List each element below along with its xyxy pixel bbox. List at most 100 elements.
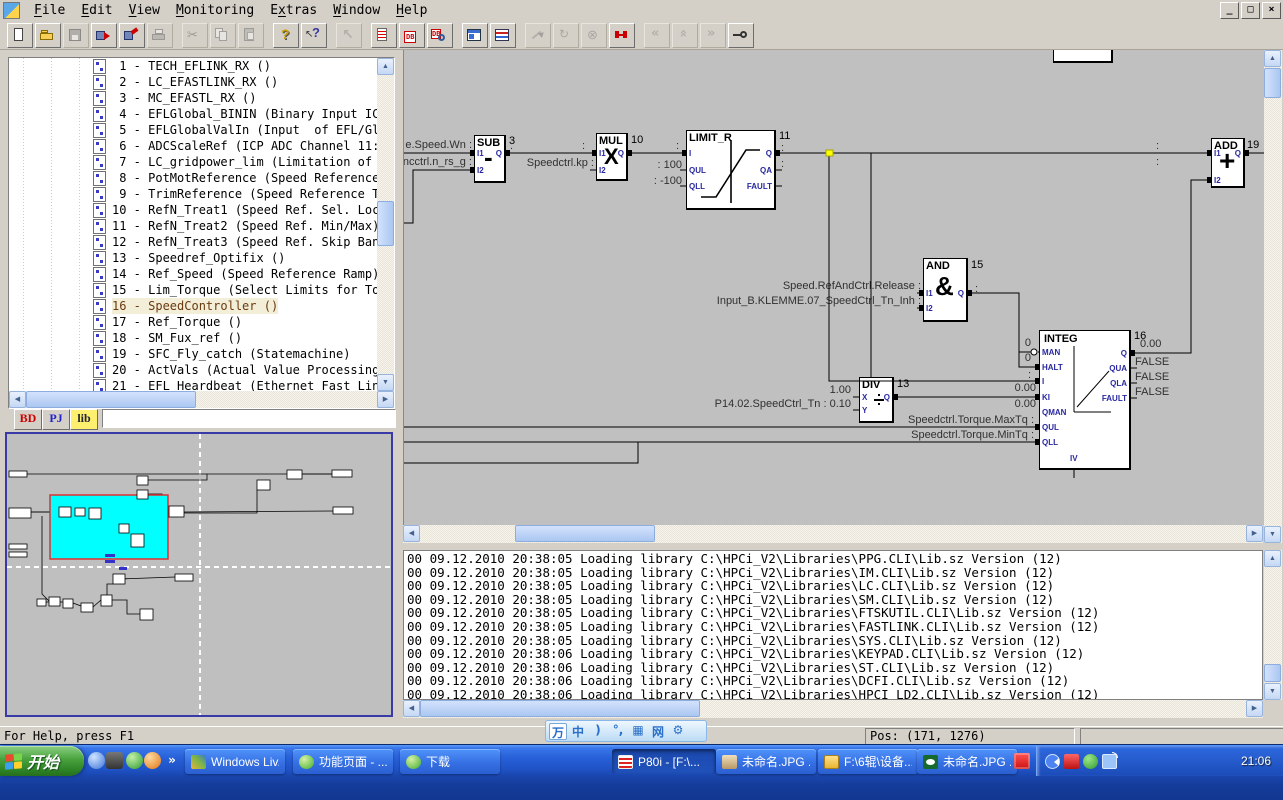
scroll-left-button[interactable]: ◀ bbox=[9, 391, 26, 408]
block-integ[interactable]: INTEG MAN HALT I KI QMAN QUL QLL Q QUA Q… bbox=[1039, 330, 1131, 470]
scroll-up-button[interactable]: ▲ bbox=[1264, 550, 1281, 567]
tab-bd[interactable]: BD bbox=[14, 409, 42, 430]
scroll-right-button[interactable]: ▶ bbox=[377, 391, 394, 408]
taskbar-task-2[interactable]: 功能页面 - ... bbox=[293, 749, 393, 774]
taskbar-clock[interactable]: 21:06 bbox=[1241, 754, 1271, 768]
camera-quicklaunch-icon[interactable] bbox=[144, 752, 161, 769]
save-station-button[interactable] bbox=[91, 23, 117, 48]
menu-file[interactable]: File bbox=[26, 2, 73, 19]
log-vertical-scrollbar[interactable]: ▲ ▼ bbox=[1264, 550, 1282, 700]
scroll-right-button[interactable]: ▶ bbox=[1246, 700, 1263, 717]
punctuation-button[interactable]: °, bbox=[609, 723, 627, 740]
overflow-quicklaunch-icon[interactable]: » bbox=[166, 752, 178, 769]
block-add[interactable]: ADD + I1 I2 Q bbox=[1211, 138, 1245, 188]
connect-button[interactable] bbox=[609, 23, 635, 48]
scroll-down-button[interactable]: ▼ bbox=[377, 374, 394, 391]
tree-item-1[interactable]: 1 - TECH_EFLINK_RX () bbox=[9, 58, 377, 74]
overview-minimap[interactable] bbox=[5, 432, 393, 717]
tree-item-16[interactable]: 16 - SpeedController () bbox=[9, 298, 377, 314]
minimap-viewport[interactable] bbox=[50, 495, 168, 559]
tree-vscroll-thumb[interactable] bbox=[377, 201, 394, 246]
key-button[interactable] bbox=[728, 23, 754, 48]
watch-list-button[interactable] bbox=[371, 23, 397, 48]
window-split-button[interactable] bbox=[462, 23, 488, 48]
network-tray-icon[interactable] bbox=[1102, 754, 1117, 769]
minimize-button[interactable]: _ bbox=[1220, 2, 1239, 19]
taskbar-task-3[interactable]: 下载 bbox=[400, 749, 500, 774]
menu-help[interactable]: Help bbox=[388, 2, 435, 19]
tree-item-15[interactable]: 15 - Lim_Torque (Select Limits for Torqu… bbox=[9, 282, 377, 298]
scroll-right-button[interactable]: ▶ bbox=[1246, 525, 1263, 542]
message-log-panel[interactable]: 00 09.12.2010 20:38:05 Loading library C… bbox=[403, 550, 1263, 700]
tab-lib[interactable]: lib bbox=[70, 409, 98, 430]
diagram-hscroll-thumb[interactable] bbox=[515, 525, 655, 542]
tree-item-2[interactable]: 2 - LC_EFASTLINK_RX () bbox=[9, 74, 377, 90]
save-as-button[interactable] bbox=[119, 23, 145, 48]
fbd-diagram-canvas[interactable]: SUB - I1 I2 Q 3 e.Speed.Wn : ncctrl.n_rs… bbox=[403, 50, 1264, 525]
taskbar-task-5[interactable]: 未命名.JPG ... bbox=[716, 749, 816, 774]
web-input-button[interactable]: 网 bbox=[649, 723, 667, 740]
menu-monitoring[interactable]: Monitoring bbox=[168, 2, 262, 19]
taskbar-task-4[interactable]: P80i - [F:\... bbox=[612, 749, 716, 774]
messenger-quicklaunch-icon[interactable] bbox=[88, 752, 105, 769]
db-button[interactable] bbox=[399, 23, 425, 48]
log-vscroll-thumb[interactable] bbox=[1264, 664, 1281, 682]
horizontal-splitter[interactable] bbox=[403, 543, 1283, 550]
scroll-down-button[interactable]: ▼ bbox=[1264, 683, 1281, 700]
diagram-vscroll-thumb[interactable] bbox=[1264, 68, 1281, 98]
block-limit-r[interactable]: LIMIT_R I QUL QLL Q QA FAULT bbox=[686, 130, 776, 210]
scroll-up-button[interactable]: ▲ bbox=[377, 58, 394, 75]
tree-item-6[interactable]: 6 - ADCScaleRef (ICP ADC Channel 11: Gai… bbox=[9, 138, 377, 154]
taskbar-task-6[interactable]: F:\6辊\设备... bbox=[818, 749, 918, 774]
block-partial-top[interactable] bbox=[1053, 50, 1113, 63]
close-button[interactable]: × bbox=[1262, 2, 1281, 19]
tree-item-9[interactable]: 9 - TrimReference (Speed Reference Trim … bbox=[9, 186, 377, 202]
youdao-tray-icon[interactable] bbox=[1014, 753, 1030, 769]
grid-view-button[interactable] bbox=[490, 23, 516, 48]
menu-window[interactable]: Window bbox=[325, 2, 388, 19]
menu-extras[interactable]: Extras bbox=[262, 2, 325, 19]
program-tree-list[interactable]: 1 - TECH_EFLINK_RX () 2 - LC_EFASTLINK_R… bbox=[9, 58, 377, 391]
tree-item-11[interactable]: 11 - RefN_Treat2 (Speed Ref. Min/Max) bbox=[9, 218, 377, 234]
block-and[interactable]: AND & I1 I2 Q bbox=[923, 258, 968, 322]
scroll-down-button[interactable]: ▼ bbox=[1264, 526, 1281, 543]
chinese-mode-button[interactable]: 中 bbox=[569, 723, 587, 740]
log-hscroll-thumb[interactable] bbox=[420, 700, 700, 717]
context-help-button[interactable] bbox=[301, 23, 327, 48]
tree-item-20[interactable]: 20 - ActVals (Actual Value Processing fo… bbox=[9, 362, 377, 378]
start-button[interactable]: 开始 bbox=[0, 746, 84, 776]
tree-filter-input[interactable] bbox=[102, 409, 396, 428]
tree-item-4[interactable]: 4 - EFLGlobal_BININ (Binary Input ICP CA… bbox=[9, 106, 377, 122]
tree-item-18[interactable]: 18 - SM_Fux_ref () bbox=[9, 330, 377, 346]
media-quicklaunch-icon[interactable] bbox=[106, 752, 123, 769]
tree-item-8[interactable]: 8 - PotMotReference (Speed Reference Mot… bbox=[9, 170, 377, 186]
tree-hscroll-thumb[interactable] bbox=[26, 391, 196, 408]
new-button[interactable] bbox=[7, 23, 33, 48]
chevron-tray-icon[interactable] bbox=[1045, 754, 1060, 769]
pdf-tray-icon[interactable] bbox=[1064, 754, 1079, 769]
tree-item-13[interactable]: 13 - Speedref_Optifix () bbox=[9, 250, 377, 266]
tree-item-5[interactable]: 5 - EFLGlobalValIn (Input of EFL/Global … bbox=[9, 122, 377, 138]
vertical-splitter[interactable] bbox=[396, 50, 403, 726]
scroll-left-button[interactable]: ◀ bbox=[403, 525, 420, 542]
minimap-svg[interactable] bbox=[7, 434, 391, 715]
log-horizontal-scrollbar[interactable]: ◀ ▶ bbox=[403, 700, 1263, 718]
tree-vertical-scrollbar[interactable]: ▲ ▼ bbox=[377, 58, 394, 391]
menu-edit[interactable]: Edit bbox=[73, 2, 120, 19]
tree-item-12[interactable]: 12 - RefN_Treat3 (Speed Ref. Skip Bands) bbox=[9, 234, 377, 250]
tree-item-21[interactable]: 21 - EFL_Heardbeat (Ethernet Fast Link bbox=[9, 378, 377, 391]
tab-pj[interactable]: PJ bbox=[42, 409, 70, 430]
scroll-left-button[interactable]: ◀ bbox=[403, 700, 420, 717]
diagram-vertical-scrollbar[interactable]: ▲ ▼ bbox=[1264, 50, 1282, 543]
tree-item-14[interactable]: 14 - Ref_Speed (Speed Reference Ramp) bbox=[9, 266, 377, 282]
photo-quicklaunch-icon[interactable] bbox=[126, 752, 143, 769]
tree-item-10[interactable]: 10 - RefN_Treat1 (Speed Ref. Sel. Local/… bbox=[9, 202, 377, 218]
ime-language-bar[interactable]: 万中)°,▦网⚙ bbox=[545, 720, 707, 742]
taskbar-task-7[interactable]: 未命名.JPG ... bbox=[917, 749, 1017, 774]
tree-item-3[interactable]: 3 - MC_EFASTL_RX () bbox=[9, 90, 377, 106]
soft-keyboard-button[interactable]: ▦ bbox=[629, 723, 647, 740]
open-button[interactable] bbox=[35, 23, 61, 48]
tree-item-7[interactable]: 7 - LC_gridpower_lim (Limitation of the … bbox=[9, 154, 377, 170]
help-button[interactable] bbox=[273, 23, 299, 48]
shield-tray-icon[interactable] bbox=[1083, 754, 1098, 769]
